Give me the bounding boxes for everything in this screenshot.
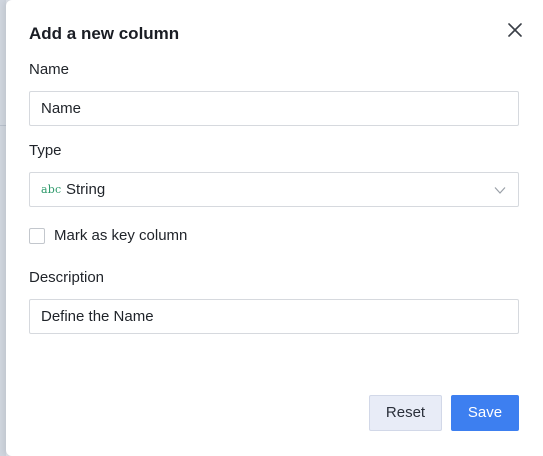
type-select[interactable]: abc String bbox=[29, 172, 519, 207]
chevron-down-icon bbox=[494, 187, 506, 194]
key-column-label: Mark as key column bbox=[54, 227, 188, 244]
description-input[interactable] bbox=[29, 299, 519, 334]
add-column-dialog: Add a new column Name Type abc String Ma… bbox=[6, 0, 543, 456]
reset-button[interactable]: Reset bbox=[369, 395, 442, 431]
save-button[interactable]: Save bbox=[451, 395, 519, 431]
dialog-title: Add a new column bbox=[29, 24, 180, 43]
key-column-checkbox[interactable] bbox=[29, 228, 45, 244]
description-label: Description bbox=[29, 269, 105, 286]
close-button[interactable] bbox=[505, 20, 525, 40]
name-input[interactable] bbox=[29, 91, 519, 126]
type-select-value: String bbox=[66, 181, 106, 198]
name-label: Name bbox=[29, 61, 70, 78]
string-type-icon: abc bbox=[41, 183, 62, 196]
type-label: Type bbox=[29, 142, 62, 159]
close-icon bbox=[508, 23, 522, 37]
